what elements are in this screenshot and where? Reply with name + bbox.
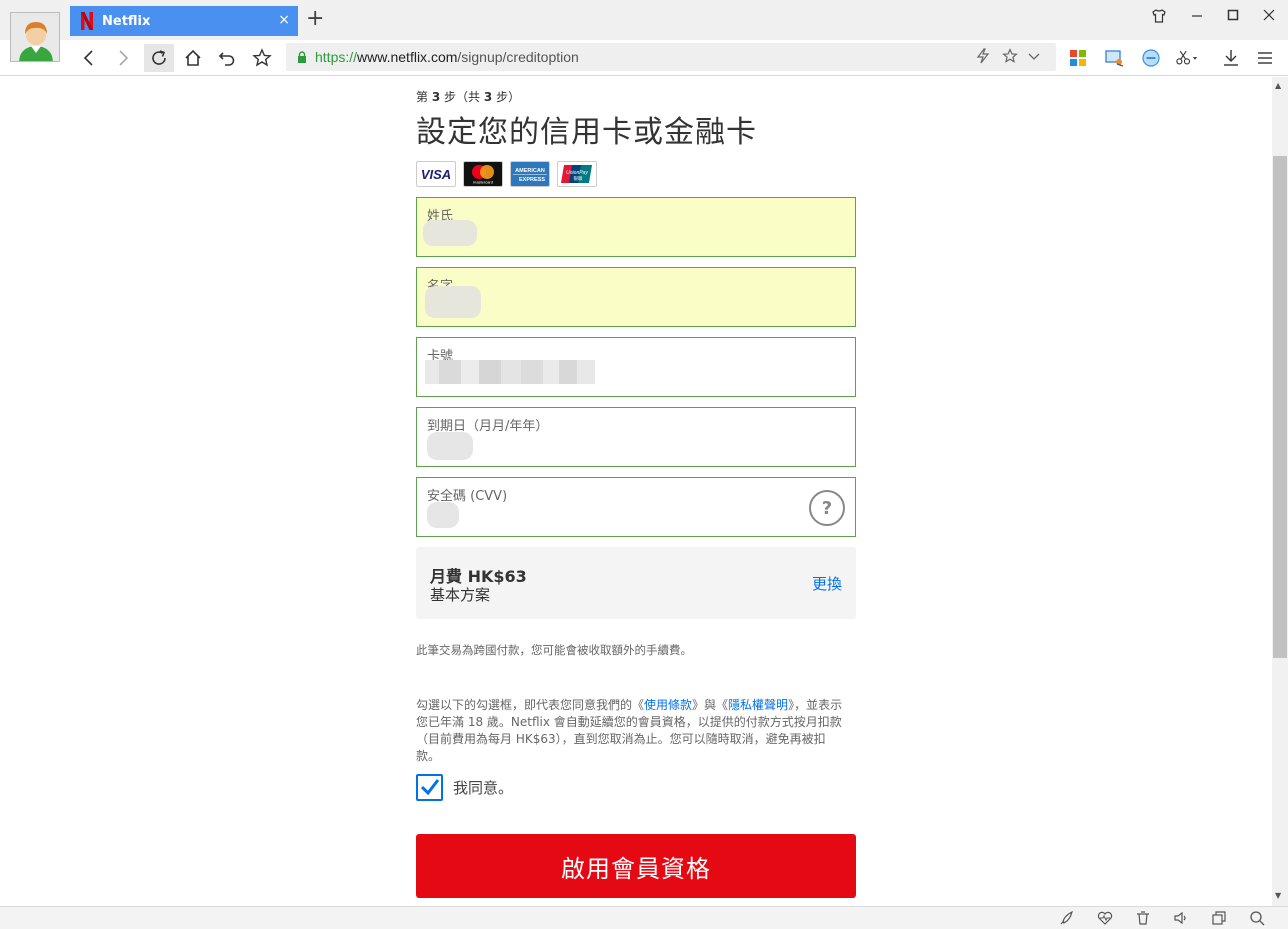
expiry-date-field[interactable]: 到期日（月月/年年）: [416, 407, 856, 467]
rocket-speedup-icon[interactable]: [1058, 910, 1076, 926]
step-prefix: 第: [416, 90, 429, 104]
url-protocol: https://: [315, 49, 358, 65]
close-window-icon[interactable]: [1257, 8, 1281, 26]
step-indicator: 第 3 步（共 3 步）: [416, 88, 520, 105]
user-avatar[interactable]: [10, 12, 60, 62]
lightning-mode-icon[interactable]: [976, 48, 990, 68]
change-plan-link[interactable]: 更換: [812, 573, 842, 594]
new-tab-button[interactable]: +: [306, 8, 324, 30]
vertical-scrollbar[interactable]: ▲ ▼: [1272, 77, 1288, 906]
checkmark-icon: [420, 779, 439, 796]
undo-close-tab-icon[interactable]: [212, 44, 242, 72]
scrollbar-thumb[interactable]: [1273, 156, 1287, 658]
volume-icon[interactable]: [1172, 910, 1190, 926]
scroll-down-arrow-icon[interactable]: ▼: [1275, 891, 1281, 900]
step-suffix: 步）: [496, 90, 521, 104]
trash-clear-icon[interactable]: [1134, 910, 1152, 926]
step-total: 3: [483, 90, 493, 104]
amex-logo-icon: AMERICAN EXPRESS: [510, 161, 550, 187]
url-dropdown-chevron-icon[interactable]: [1027, 48, 1041, 68]
step-current: 3: [431, 90, 441, 104]
svg-text:mastercard: mastercard: [473, 180, 493, 185]
cvv-help-icon[interactable]: ?: [809, 490, 845, 526]
first-name-input[interactable]: [425, 294, 805, 320]
cross-border-notice: 此筆交易為跨國付款，您可能會被收取額外的手續費。: [416, 643, 692, 657]
card-number-field[interactable]: 卡號: [416, 337, 856, 397]
svg-text:AMERICAN: AMERICAN: [515, 168, 545, 174]
page-title: 設定您的信用卡或金融卡: [416, 115, 757, 150]
url-text[interactable]: https://www.netflix.com/signup/creditopt…: [315, 49, 579, 65]
cvv-input[interactable]: [425, 504, 755, 530]
scroll-up-arrow-icon[interactable]: ▲: [1275, 81, 1281, 90]
card-brand-logos: VISA mastercard AMERICAN EXPRESS UnionPay…: [416, 161, 597, 187]
secure-lock-icon: [298, 51, 306, 63]
svg-text:EXPRESS: EXPRESS: [519, 177, 545, 183]
page-viewport: 第 3 步（共 3 步） 設定您的信用卡或金融卡 VISA mastercard…: [0, 77, 1272, 906]
health-heart-icon[interactable]: [1096, 910, 1114, 926]
tab-close-icon[interactable]: ×: [278, 12, 290, 28]
zoom-search-icon[interactable]: [1248, 910, 1266, 926]
agree-label: 我同意。: [453, 778, 514, 797]
adblock-minus-icon[interactable]: [1140, 47, 1162, 69]
step-middle: 步（共: [444, 90, 481, 104]
svg-text:VISA: VISA: [421, 167, 451, 181]
last-name-input[interactable]: [425, 224, 805, 250]
cvv-field[interactable]: 安全碼 (CVV) ?: [416, 477, 856, 537]
unionpay-logo-icon: UnionPay 银联: [557, 161, 597, 187]
netflix-favicon-icon: [81, 12, 93, 30]
last-name-field[interactable]: 姓氏: [416, 197, 856, 257]
start-membership-button[interactable]: 啟用會員資格: [416, 834, 856, 898]
first-name-field[interactable]: 名字: [416, 267, 856, 327]
scissors-cut-icon[interactable]: [1176, 47, 1198, 69]
svg-text:UnionPay: UnionPay: [566, 170, 588, 176]
browser-titlebar: Netflix × +: [0, 0, 1288, 40]
home-icon[interactable]: [178, 44, 208, 72]
maximize-icon[interactable]: [1221, 8, 1245, 26]
tab-title: Netflix: [102, 14, 151, 29]
card-number-input[interactable]: [425, 364, 805, 390]
reload-icon[interactable]: [144, 44, 174, 72]
skin-shirt-icon[interactable]: [1147, 8, 1171, 28]
terms-part2: 》與《: [692, 698, 729, 712]
screenshot-tool-icon[interactable]: [1104, 47, 1126, 69]
add-favorite-icon[interactable]: [1002, 48, 1018, 68]
back-icon[interactable]: [74, 44, 104, 72]
privacy-statement-link[interactable]: 隱私權聲明: [728, 698, 788, 712]
plan-name: 基本方案: [430, 586, 491, 604]
mastercard-logo-icon: mastercard: [463, 161, 503, 187]
browser-statusbar: [0, 906, 1288, 929]
url-path: /signup/creditoption: [457, 49, 579, 65]
visa-logo-icon: VISA: [416, 161, 456, 187]
download-icon[interactable]: [1220, 47, 1242, 69]
expiry-date-input[interactable]: [425, 434, 805, 460]
forward-icon[interactable]: [108, 44, 138, 72]
terms-part1: 勾選以下的勾選框，即代表您同意我們的《: [416, 698, 645, 712]
apps-grid-icon[interactable]: [1067, 47, 1089, 69]
agree-checkbox[interactable]: [416, 773, 443, 801]
window-restore-icon[interactable]: [1210, 910, 1228, 926]
agree-checkbox-row[interactable]: 我同意。: [416, 773, 513, 801]
plan-summary: 月費 HK$63 基本方案 更換: [416, 547, 856, 619]
menu-hamburger-icon[interactable]: [1254, 47, 1276, 69]
browser-tab-netflix[interactable]: Netflix ×: [70, 6, 298, 36]
address-bar[interactable]: https://www.netflix.com/signup/creditopt…: [286, 43, 1056, 71]
terms-of-use-link[interactable]: 使用條款: [644, 698, 692, 712]
bookmark-star-icon[interactable]: [247, 44, 277, 72]
minimize-icon[interactable]: [1185, 8, 1209, 26]
terms-text: 勾選以下的勾選框，即代表您同意我們的《使用條款》與《隱私權聲明》，並表示您已年滿…: [416, 697, 848, 765]
svg-text:银联: 银联: [574, 175, 583, 182]
browser-navbar: https://www.netflix.com/signup/creditopt…: [0, 40, 1288, 76]
url-host: www.netflix.com: [357, 49, 458, 65]
